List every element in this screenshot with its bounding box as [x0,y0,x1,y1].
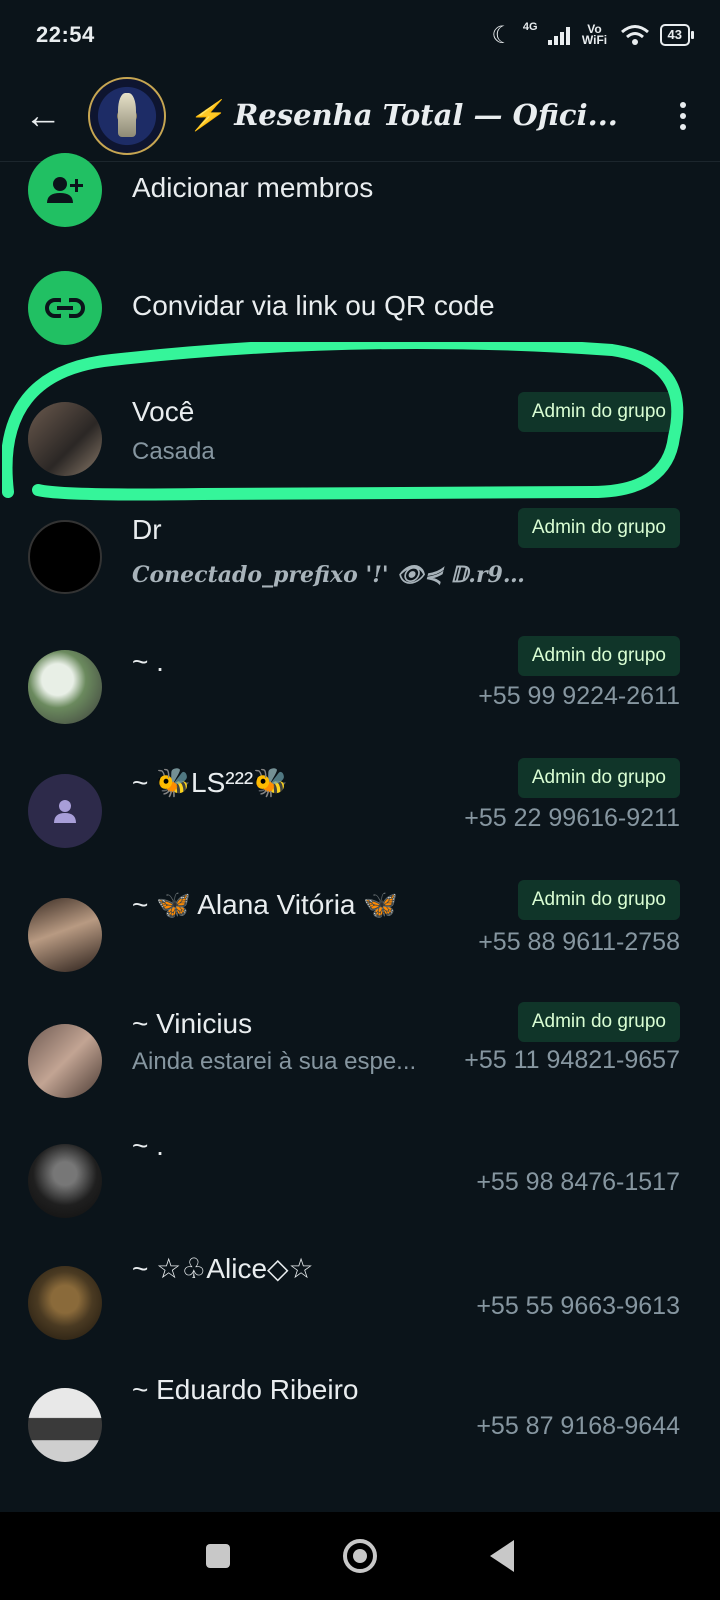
recents-icon[interactable] [206,1544,231,1568]
back-nav-icon[interactable] [489,1540,514,1572]
vowifi-label: Vo WiFi [581,22,608,47]
wifi-icon [620,25,649,45]
status-bar: 22:54 ☾ 4G Vo WiFi 43 [0,0,720,70]
link-icon [28,271,102,345]
member-name: ~ Eduardo Ribeiro [132,1374,359,1405]
member-row[interactable]: ~ . +55 99 9224-2611 Admin do grupo [0,628,720,748]
do-not-disturb-icon: ☾ [491,21,513,49]
member-row[interactable]: ~ Vinicius Ainda estarei à sua espe... +… [0,998,720,1118]
add-person-icon [28,153,102,227]
member-row-voce[interactable]: Você Casada Admin do grupo [0,380,720,500]
member-name: Dr [132,514,162,545]
member-name: ~ 🦋 Alana Vitória 🦋 [132,889,399,920]
member-row[interactable]: ~ Eduardo Ribeiro +55 87 9168-9644 [0,1366,720,1486]
member-phone: +55 98 8476-1517 [476,1168,680,1196]
admin-badge: Admin do grupo [517,636,680,676]
avatar [28,1388,102,1462]
back-arrow-icon[interactable]: ← [24,97,68,135]
add-members-label: Adicionar membros [132,172,374,203]
avatar [28,650,102,724]
admin-badge: Admin do grupo [517,758,680,798]
avatar [28,774,102,848]
invite-link-row[interactable]: Convidar via link ou QR code [0,268,720,348]
invite-link-label: Convidar via link ou QR code [132,290,495,321]
more-vert-icon[interactable] [680,101,686,130]
member-phone: +55 55 9663-9613 [476,1292,680,1320]
default-person-icon [54,800,76,823]
admin-badge: Admin do grupo [517,508,680,548]
member-name: ~ ☆♧Alice◇☆ [132,1253,314,1284]
status-time: 22:54 [36,22,95,47]
member-name: ~ 🐝LS²²²🐝 [132,767,289,798]
member-row[interactable]: ~ 🐝LS²²²🐝 +55 22 99616-9211 Admin do gru… [0,752,720,872]
network-type: 4G [522,20,538,33]
member-phone: +55 22 99616-9211 [464,804,680,832]
admin-badge: Admin do grupo [517,392,680,432]
member-name: Você [132,396,195,427]
avatar [28,402,102,476]
battery-indicator: 43 [659,24,695,46]
status-icons: ☾ 4G Vo WiFi 43 [491,20,695,50]
group-title[interactable]: ⚡ Resenha Total — Ofici... [188,98,628,133]
home-icon[interactable] [342,1539,377,1573]
chat-header: ← ⚡ Resenha Total — Ofici... [0,70,720,162]
member-row-dr[interactable]: Dr Conectado_prefixo '!' 👁⋞ 𝔻.r999 Admin… [0,500,720,620]
member-row[interactable]: ~ ☆♧Alice◇☆ +55 55 9663-9613 [0,1244,720,1364]
avatar [28,1144,102,1218]
avatar [28,898,102,972]
avatar [28,1266,102,1340]
member-row[interactable]: ~ 🦋 Alana Vitória 🦋 +55 88 9611-2758 Adm… [0,876,720,996]
avatar [28,520,102,594]
signal-icon [547,25,570,45]
member-phone: +55 99 9224-2611 [478,682,680,710]
member-status: Casada [132,438,215,465]
group-avatar[interactable] [88,76,166,155]
member-phone: +55 88 9611-2758 [478,928,680,956]
member-row[interactable]: ~ . +55 98 8476-1517 [0,1120,720,1240]
member-status: Ainda estarei à sua espe... [132,1048,417,1075]
member-status: Conectado_prefixo '!' 👁⋞ 𝔻.r999 [132,562,532,588]
system-nav-bar [0,1512,720,1600]
admin-badge: Admin do grupo [517,880,680,920]
member-name: ~ . [132,646,164,677]
member-phone: +55 87 9168-9644 [476,1412,680,1440]
member-name: ~ Vinicius [132,1008,253,1039]
add-members-row[interactable]: Adicionar membros [0,150,720,230]
admin-badge: Admin do grupo [517,1002,680,1042]
avatar [28,1024,102,1098]
member-phone: +55 11 94821-9657 [464,1046,680,1074]
member-name: ~ . [132,1130,164,1161]
